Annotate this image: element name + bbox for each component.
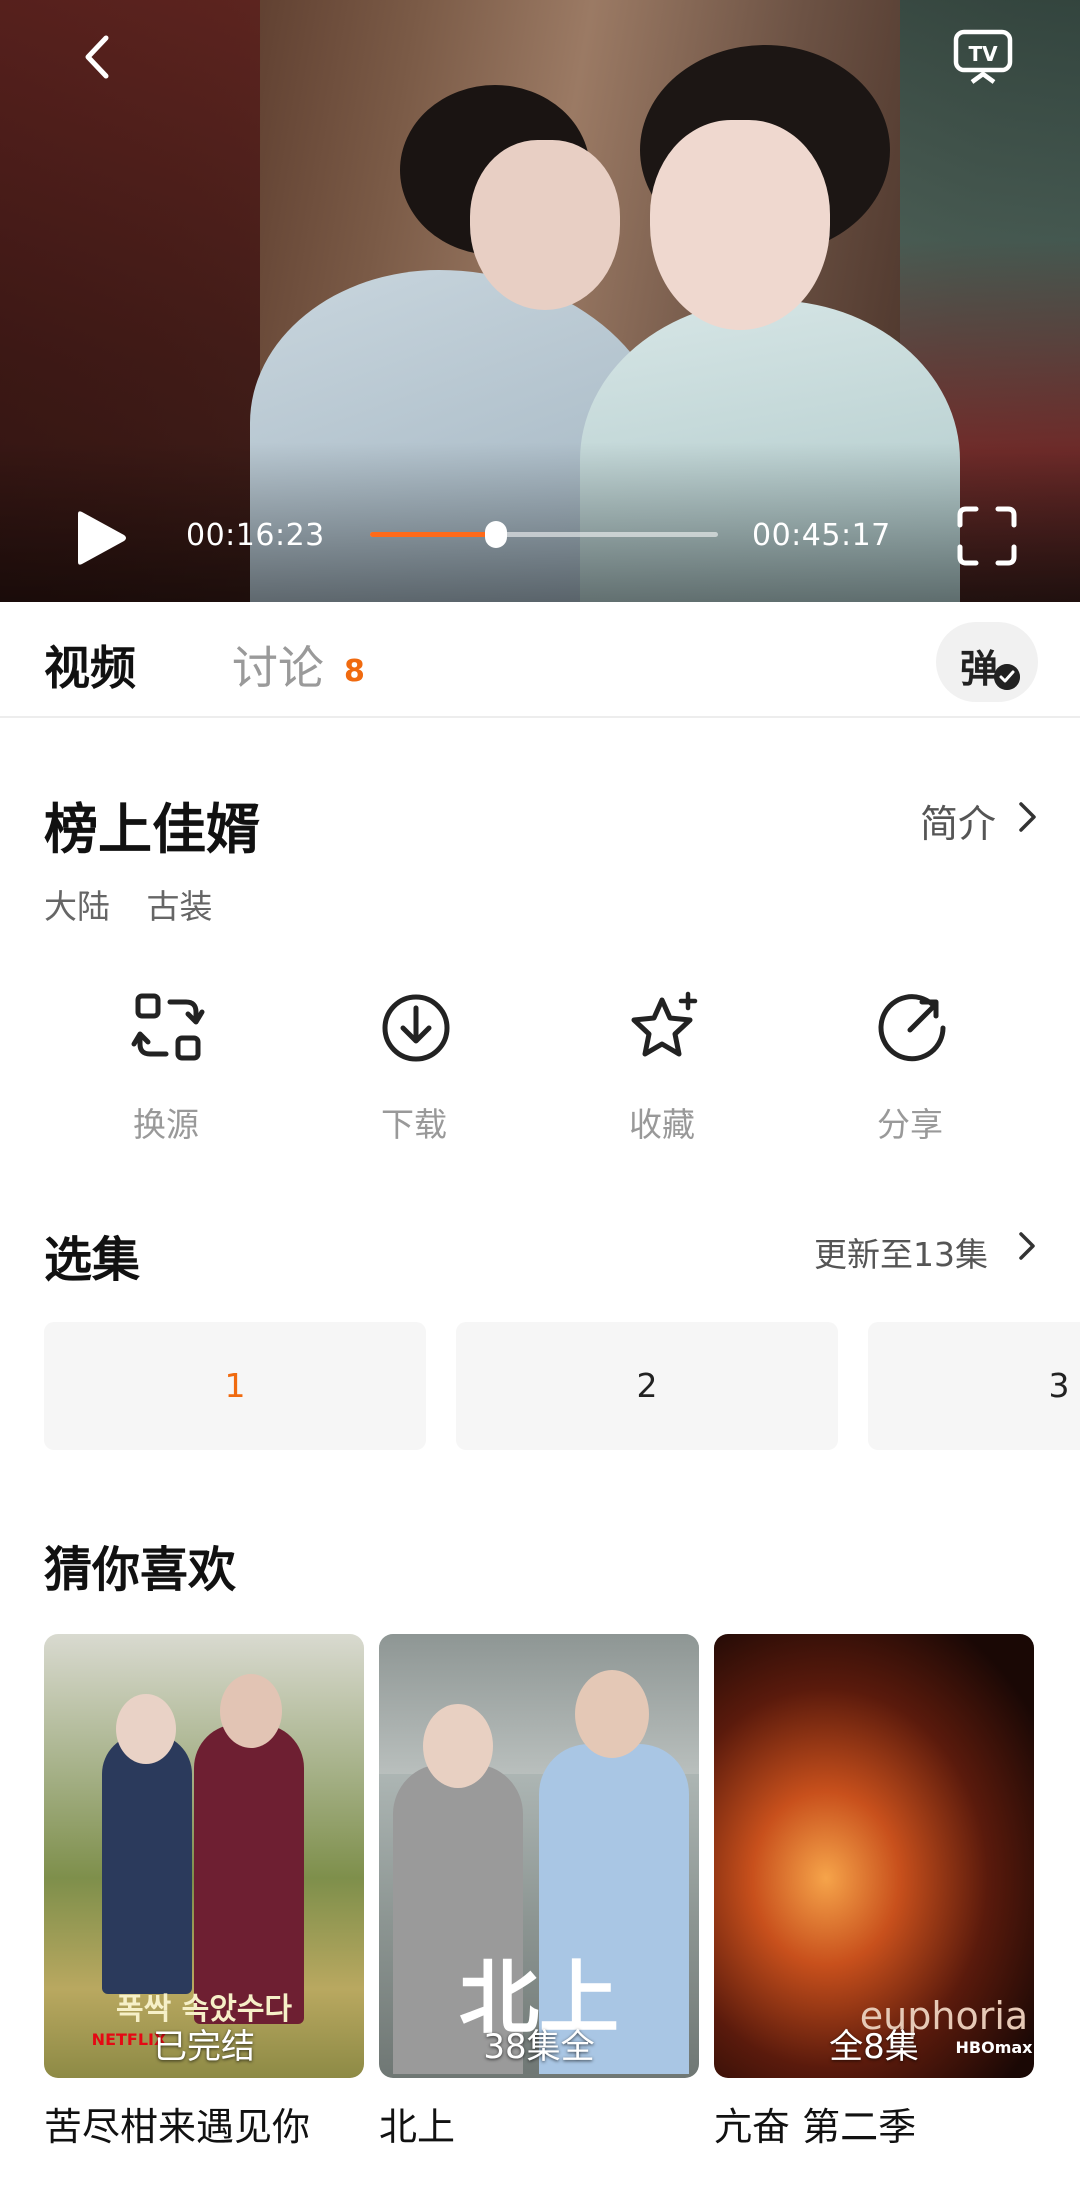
intro-link[interactable]: 简介 [920, 793, 996, 848]
controls-shade [0, 442, 1080, 602]
total-time: 00:45:17 [752, 518, 891, 553]
discussion-count-badge: 8 [344, 654, 365, 689]
show-tags: 大陆 古装 [44, 880, 231, 928]
play-icon[interactable] [70, 508, 130, 568]
download-button[interactable]: 下载 [314, 990, 514, 1144]
favorite-button[interactable]: 收藏 [562, 990, 762, 1144]
switch-source-label: 换源 [133, 1105, 199, 1144]
svg-text:TV: TV [968, 42, 998, 66]
tag-genre: 古装 [146, 887, 213, 926]
danmaku-toggle-button[interactable]: 弹 [936, 622, 1038, 702]
back-arrow-icon[interactable] [74, 32, 124, 82]
check-icon [994, 664, 1020, 690]
video-player[interactable]: TV 00:16:23 00:45:17 [0, 0, 1080, 602]
chevron-right-icon[interactable] [1016, 1230, 1038, 1262]
poster-image: 폭싹 속았수다 NETFLIX 已完结 [44, 1634, 364, 2078]
recommend-title: 亢奋 第二季 [714, 2105, 917, 2149]
content-tabs: 视频 讨论 8 弹 [0, 602, 1080, 718]
tv-cast-icon[interactable]: TV [952, 28, 1014, 84]
favorite-label: 收藏 [629, 1105, 695, 1144]
tab-discussion[interactable]: 讨论 [232, 632, 324, 698]
share-button[interactable]: 分享 [810, 990, 1010, 1144]
status-badge: 已完结 [153, 2027, 255, 2067]
video-frame-figure [470, 140, 620, 310]
status-badge: 38集全 [483, 2027, 595, 2067]
fullscreen-icon[interactable] [956, 505, 1018, 567]
current-time: 00:16:23 [186, 518, 325, 553]
episode-item[interactable]: 1 [44, 1322, 426, 1450]
video-frame-figure [650, 120, 830, 330]
download-label: 下载 [381, 1105, 447, 1144]
switch-source-icon [131, 993, 205, 1061]
episode-item[interactable]: 2 [456, 1322, 838, 1450]
recommend-title: 北上 [379, 2105, 456, 2149]
poster-image: 北上 38集全 [379, 1634, 699, 2078]
progress-bar[interactable] [370, 521, 718, 548]
tab-video[interactable]: 视频 [44, 632, 136, 698]
share-icon [878, 994, 946, 1062]
download-icon [382, 994, 450, 1062]
chevron-right-icon[interactable] [1016, 800, 1040, 834]
favorite-star-icon [631, 991, 698, 1057]
share-label: 分享 [877, 1105, 943, 1144]
progress-fill [370, 532, 496, 537]
episodes-section-title: 选集 [44, 1232, 141, 1288]
show-title: 榜上佳婿 [44, 798, 260, 861]
danmaku-label: 弹 [960, 647, 999, 691]
episode-list: 1 2 3 [44, 1322, 1080, 1450]
tag-region: 大陆 [44, 887, 110, 926]
status-badge: 全8集 [829, 2027, 919, 2067]
switch-source-button[interactable]: 换源 [66, 990, 266, 1144]
poster-image: euphoria HBOmax 全8集 [714, 1634, 1034, 2078]
recommend-title: 苦尽柑来遇见你 [44, 2105, 311, 2149]
recommend-section-title: 猜你喜欢 [44, 1542, 237, 1598]
episode-item[interactable]: 3 [868, 1322, 1080, 1450]
episodes-update-link[interactable]: 更新至13集 [814, 1228, 988, 1276]
progress-handle[interactable] [484, 521, 507, 548]
